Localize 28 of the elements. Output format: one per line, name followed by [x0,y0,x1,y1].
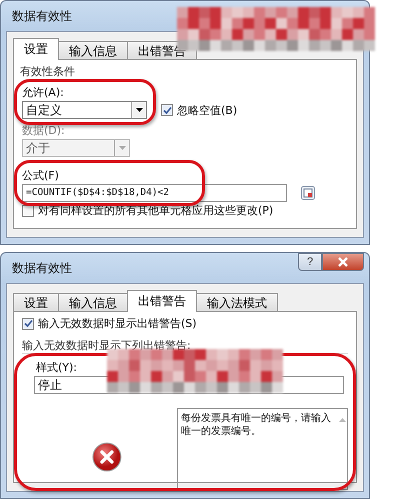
tab[interactable]: 输入法模式 [196,293,278,312]
field-label: 数据(D): [22,123,65,138]
field-label: 公式(F) [22,168,59,183]
caret-icon [136,108,142,112]
section-title: 有效性条件 [20,64,75,79]
tab[interactable]: 设置 [13,293,59,312]
help-button[interactable]: ? [298,253,322,271]
field-label: 允许(A): [22,85,64,100]
caret-icon [118,146,126,150]
message-field[interactable]: 每份发票具有唯一的编号，请输入唯一的发票编号。 [176,408,348,490]
window-title: 数据有效性 [11,260,72,276]
tab[interactable]: 设置 [13,38,59,60]
check-icon [24,319,32,328]
tab[interactable]: 输入信息 [58,293,128,312]
close-icon [337,257,349,267]
error-icon [92,442,122,472]
formula-field[interactable]: =COUNTIF($D$4:$D$18,D4)<2 [22,184,287,202]
show-alert-checkbox[interactable]: 输入无效数据时显示出错警告(S) [22,316,197,331]
check-icon [162,106,172,114]
tab[interactable]: 出错警告 [127,290,197,312]
allow-dropdown[interactable]: 自定义 [22,101,147,119]
data-dropdown[interactable]: 介于 [22,139,130,157]
field-label: 样式(Y): [36,360,78,375]
ignore-blank-checkbox[interactable]: 忽略空值(B) [161,102,238,118]
window-title: 数据有效性 [11,8,72,24]
range-select-icon[interactable] [301,186,315,200]
close-button[interactable] [322,253,364,271]
tab[interactable]: 输入信息 [58,41,128,60]
